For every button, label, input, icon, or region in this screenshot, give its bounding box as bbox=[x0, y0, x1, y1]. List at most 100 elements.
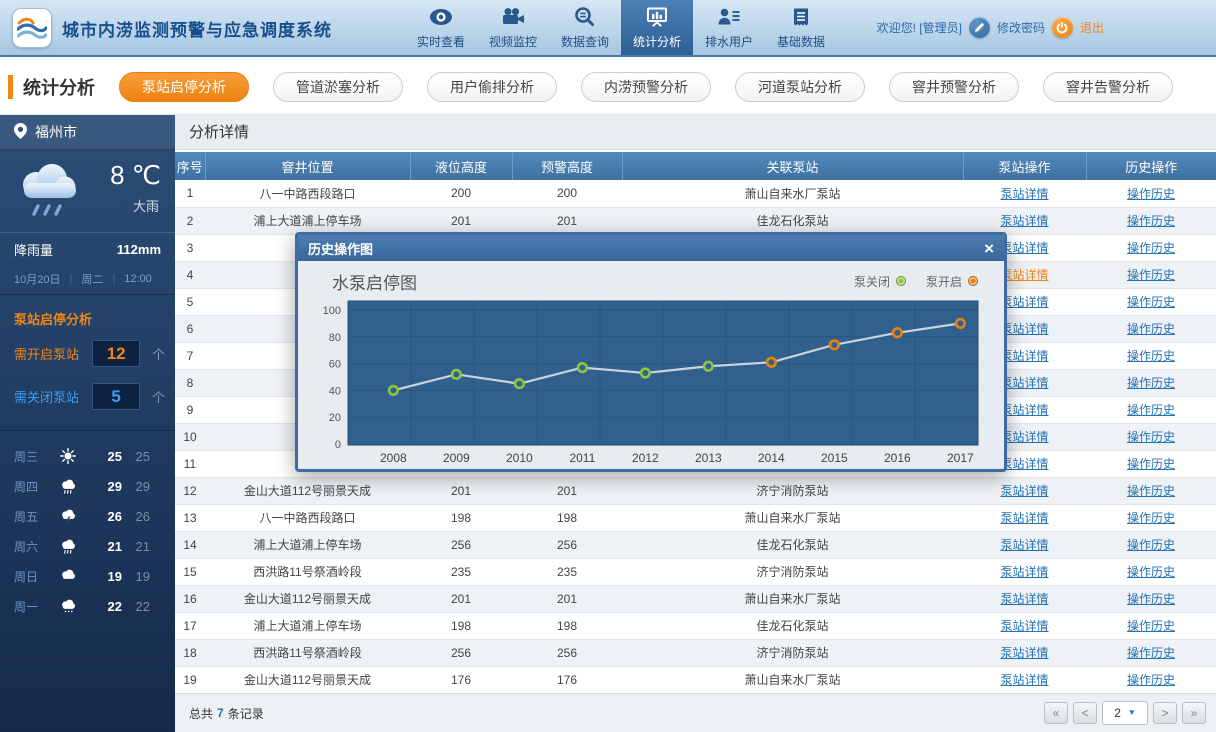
column-header: 历史操作 bbox=[1086, 152, 1216, 180]
pump-detail-link[interactable]: 泵站详情 bbox=[1000, 187, 1048, 201]
modal-body: 水泵启停图 泵关闭泵开启 020406080100200820092010201… bbox=[298, 261, 1004, 472]
cell-history-action: 操作历史 bbox=[1086, 666, 1216, 693]
tab-pill-0[interactable]: 泵站启停分析 bbox=[119, 72, 249, 102]
forecast-day: 周四 bbox=[14, 478, 58, 495]
operation-history-link[interactable]: 操作历史 bbox=[1127, 484, 1175, 498]
nav-item-3[interactable]: 统计分析 bbox=[621, 0, 693, 55]
cell-history-action: 操作历史 bbox=[1086, 585, 1216, 612]
total-count: 7 bbox=[217, 706, 224, 720]
page-select[interactable]: 2 ▼ bbox=[1102, 701, 1148, 725]
operation-history-link[interactable]: 操作历史 bbox=[1127, 403, 1175, 417]
nav-item-4[interactable]: 排水用户 bbox=[693, 0, 765, 55]
nav-item-label: 数据查询 bbox=[561, 33, 609, 50]
tab-pill-6[interactable]: 窨井告警分析 bbox=[1043, 72, 1173, 102]
pump-detail-link[interactable]: 泵站详情 bbox=[1000, 646, 1048, 660]
legend-dot-icon bbox=[896, 276, 906, 286]
operation-history-link[interactable]: 操作历史 bbox=[1127, 619, 1175, 633]
change-password-button[interactable]: 修改密码 bbox=[997, 19, 1045, 36]
cell-location: 金山大道112号丽景天成 bbox=[205, 477, 410, 504]
nav-item-0[interactable]: 实时查看 bbox=[405, 0, 477, 55]
operation-history-link[interactable]: 操作历史 bbox=[1127, 268, 1175, 282]
operation-history-link[interactable]: 操作历史 bbox=[1127, 646, 1175, 660]
pump-detail-link[interactable]: 泵站详情 bbox=[1000, 241, 1048, 255]
pump-detail-link[interactable]: 泵站详情 bbox=[1000, 511, 1048, 525]
caret-down-icon: ▼ bbox=[1128, 709, 1136, 717]
forecast-high: 21 bbox=[94, 539, 122, 554]
svg-text:2014: 2014 bbox=[758, 451, 785, 465]
operation-history-link[interactable]: 操作历史 bbox=[1127, 457, 1175, 471]
tab-pill-1[interactable]: 管道淤塞分析 bbox=[273, 72, 403, 102]
close-icon[interactable]: × bbox=[984, 240, 994, 257]
pump-detail-link[interactable]: 泵站详情 bbox=[1000, 619, 1048, 633]
pump-detail-link[interactable]: 泵站详情 bbox=[1000, 565, 1048, 579]
operation-history-link[interactable]: 操作历史 bbox=[1127, 511, 1175, 525]
operation-history-link[interactable]: 操作历史 bbox=[1127, 538, 1175, 552]
nav-item-2[interactable]: 数据查询 bbox=[549, 0, 621, 55]
operation-history-link[interactable]: 操作历史 bbox=[1127, 241, 1175, 255]
logout-button[interactable]: 退出 bbox=[1080, 19, 1104, 36]
operation-history-link[interactable]: 操作历史 bbox=[1127, 214, 1175, 228]
operation-history-link[interactable]: 操作历史 bbox=[1127, 673, 1175, 687]
pump-detail-link[interactable]: 泵站详情 bbox=[1000, 673, 1048, 687]
cell-pump-action: 泵站详情 bbox=[963, 558, 1086, 585]
cell-no: 5 bbox=[175, 288, 205, 315]
operation-history-link[interactable]: 操作历史 bbox=[1127, 322, 1175, 336]
operation-history-link[interactable]: 操作历史 bbox=[1127, 592, 1175, 606]
last-page-button[interactable]: » bbox=[1182, 702, 1206, 724]
pump-detail-link[interactable]: 泵站详情 bbox=[1000, 295, 1048, 309]
cell-pump-action: 泵站详情 bbox=[963, 477, 1086, 504]
pump-detail-link[interactable]: 泵站详情 bbox=[1000, 457, 1048, 471]
cell-pump-action: 泵站详情 bbox=[963, 585, 1086, 612]
pump-detail-link[interactable]: 泵站详情 bbox=[1000, 484, 1048, 498]
cell-level: 201 bbox=[410, 207, 512, 234]
pump-detail-link[interactable]: 泵站详情 bbox=[1000, 592, 1048, 606]
table-row: 19金山大道112号丽景天成176176萧山自来水厂泵站泵站详情操作历史 bbox=[175, 666, 1216, 693]
cell-warn: 200 bbox=[512, 180, 622, 207]
accent-bar bbox=[8, 75, 13, 99]
cell-history-action: 操作历史 bbox=[1086, 261, 1216, 288]
svg-text:2010: 2010 bbox=[506, 451, 533, 465]
pump-detail-link[interactable]: 泵站详情 bbox=[1000, 214, 1048, 228]
nav-item-1[interactable]: 视频监控 bbox=[477, 0, 549, 55]
first-page-button[interactable]: « bbox=[1044, 702, 1068, 724]
power-icon[interactable] bbox=[1052, 17, 1073, 38]
operation-history-link[interactable]: 操作历史 bbox=[1127, 349, 1175, 363]
column-header: 预警高度 bbox=[512, 152, 622, 180]
pump-detail-link[interactable]: 泵站详情 bbox=[1000, 349, 1048, 363]
operation-history-link[interactable]: 操作历史 bbox=[1127, 376, 1175, 390]
operation-history-link[interactable]: 操作历史 bbox=[1127, 295, 1175, 309]
cell-level: 256 bbox=[410, 531, 512, 558]
tab-pill-3[interactable]: 内涝预警分析 bbox=[581, 72, 711, 102]
operation-history-link[interactable]: 操作历史 bbox=[1127, 565, 1175, 579]
forecast-row: 周六2121 bbox=[0, 531, 175, 561]
svg-text:40: 40 bbox=[329, 385, 341, 397]
tab-pill-5[interactable]: 窨井预警分析 bbox=[889, 72, 1019, 102]
cell-pump-action: 泵站详情 bbox=[963, 207, 1086, 234]
forecast-low: 25 bbox=[122, 449, 150, 464]
column-header: 泵站操作 bbox=[963, 152, 1086, 180]
tab-pill-4[interactable]: 河道泵站分析 bbox=[735, 72, 865, 102]
prev-page-button[interactable]: < bbox=[1073, 702, 1097, 724]
pump-detail-link[interactable]: 泵站详情 bbox=[1000, 403, 1048, 417]
svg-text:2009: 2009 bbox=[443, 451, 470, 465]
pump-detail-link[interactable]: 泵站详情 bbox=[1000, 376, 1048, 390]
operation-history-link[interactable]: 操作历史 bbox=[1127, 187, 1175, 201]
cell-history-action: 操作历史 bbox=[1086, 558, 1216, 585]
tab-pill-2[interactable]: 用户偷排分析 bbox=[427, 72, 557, 102]
chart-board-icon bbox=[644, 6, 670, 31]
next-page-button[interactable]: > bbox=[1153, 702, 1177, 724]
stat-unit: 个 bbox=[152, 344, 165, 363]
legend-dot-icon bbox=[968, 276, 978, 286]
chart-head: 水泵启停图 泵关闭泵开启 bbox=[310, 265, 992, 297]
cell-pump-action: 泵站详情 bbox=[963, 504, 1086, 531]
nav-item-5[interactable]: 基础数据 bbox=[765, 0, 837, 55]
cell-history-action: 操作历史 bbox=[1086, 504, 1216, 531]
pump-detail-link[interactable]: 泵站详情 bbox=[1000, 538, 1048, 552]
forecast-day: 周五 bbox=[14, 508, 58, 525]
pump-detail-link[interactable]: 泵站详情 bbox=[1000, 322, 1048, 336]
pump-detail-link[interactable]: 泵站详情 bbox=[1000, 430, 1048, 444]
operation-history-link[interactable]: 操作历史 bbox=[1127, 430, 1175, 444]
pump-detail-link[interactable]: 泵站详情 bbox=[1000, 268, 1048, 282]
pencil-icon[interactable] bbox=[969, 17, 990, 38]
stat-value: 5 bbox=[111, 387, 120, 407]
